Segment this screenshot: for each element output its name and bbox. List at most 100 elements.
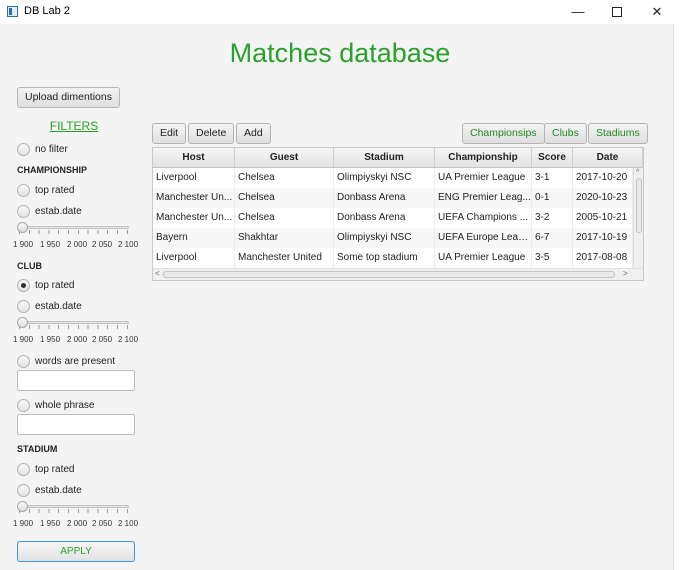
slider-track <box>19 505 129 508</box>
whole-phrase-radio[interactable] <box>17 399 30 412</box>
column-header-score[interactable]: Score <box>532 148 573 167</box>
stadium-year-slider[interactable]: 1 900 1 950 2 000 2 050 2 100 <box>13 501 138 528</box>
app-icon <box>7 6 18 17</box>
apply-button[interactable]: APPLY <box>17 541 135 562</box>
stadium-top-rated-label: top rated <box>35 464 75 475</box>
slider-tick-label: 2 000 <box>67 240 88 249</box>
table-vertical-scrollbar[interactable]: ^ <box>633 168 643 268</box>
stadium-estab-date-label: estab.date <box>35 485 82 496</box>
column-header-championship[interactable]: Championship <box>435 148 532 167</box>
scroll-left-icon[interactable]: < <box>155 269 160 278</box>
cell-score: 3-1 <box>532 168 573 188</box>
cell-stadium: Donbass Arena <box>334 208 435 228</box>
cell-score: 0-1 <box>532 188 573 208</box>
championship-section-label: CHAMPIONSHIP <box>17 165 88 175</box>
cell-championship: ENG Premier Leag... <box>435 188 532 208</box>
matches-table[interactable]: Host Guest Stadium Championship Score Da… <box>152 147 644 281</box>
club-top-rated-radio[interactable] <box>17 279 30 292</box>
table-horizontal-scrollbar[interactable]: < > <box>153 268 643 280</box>
cell-host: Liverpool <box>153 168 235 188</box>
cell-stadium: Olimpiyskyi NSC <box>334 168 435 188</box>
championship-estab-date-label: estab.date <box>35 206 82 217</box>
no-filter-radio[interactable] <box>17 143 30 156</box>
column-header-guest[interactable]: Guest <box>235 148 334 167</box>
minimize-icon[interactable]: — <box>558 0 598 24</box>
filters-title[interactable]: FILTERS <box>17 119 131 133</box>
cell-guest: Chelsea <box>235 168 334 188</box>
slider-ticks <box>19 325 129 329</box>
table-row[interactable]: Liverpool Chelsea Olimpiyskyi NSC UA Pre… <box>153 168 633 188</box>
slider-tick-label: 1 900 <box>13 335 34 344</box>
championships-button[interactable]: Championsips <box>462 123 545 144</box>
cell-guest: Chelsea <box>235 188 334 208</box>
scroll-up-icon[interactable]: ^ <box>636 169 639 176</box>
slider-tick-label: 2 000 <box>67 519 88 528</box>
club-estab-date-radio[interactable] <box>17 300 30 313</box>
cell-score: 3-2 <box>532 208 573 228</box>
championship-estab-date-radio[interactable] <box>17 205 30 218</box>
stadiums-button[interactable]: Stadiums <box>588 123 648 144</box>
clubs-button[interactable]: Clubs <box>544 123 587 144</box>
cell-host: Bayern <box>153 228 235 248</box>
column-header-stadium[interactable]: Stadium <box>334 148 435 167</box>
table-row[interactable]: Liverpool Manchester United Some top sta… <box>153 248 633 268</box>
upload-dimensions-button[interactable]: Upload dimentions <box>17 87 120 108</box>
slider-tick-label: 1 900 <box>13 240 34 249</box>
maximize-icon[interactable] <box>597 0 637 24</box>
cell-guest: Shakhtar <box>235 228 334 248</box>
slider-thumb[interactable] <box>17 222 28 233</box>
table-row[interactable]: Bayern Shakhtar Olimpiyskyi NSC UEFA Eur… <box>153 228 633 248</box>
cell-date: 2005-10-21 <box>573 208 633 228</box>
slider-tick-label: 2 050 <box>92 240 113 249</box>
club-year-slider[interactable]: 1 900 1 950 2 000 2 050 2 100 <box>13 317 138 344</box>
slider-ticks <box>19 230 129 234</box>
page-title: Matches database <box>229 38 451 68</box>
cell-host: Manchester Un... <box>153 188 235 208</box>
cell-guest: Manchester United <box>235 248 334 268</box>
cell-guest: Chelsea <box>235 208 334 228</box>
add-button[interactable]: Add <box>236 123 271 144</box>
club-estab-date-label: estab.date <box>35 301 82 312</box>
table-row[interactable]: Manchester Un... Chelsea Donbass Arena U… <box>153 208 633 228</box>
championship-year-slider[interactable]: 1 900 1 950 2 000 2 050 2 100 <box>13 222 138 249</box>
column-header-date[interactable]: Date <box>573 148 643 167</box>
cell-stadium: Donbass Arena <box>334 188 435 208</box>
table-row[interactable]: Manchester Un... Chelsea Donbass Arena E… <box>153 188 633 208</box>
cell-host: Manchester Un... <box>153 208 235 228</box>
slider-thumb[interactable] <box>17 501 28 512</box>
window-title: DB Lab 2 <box>24 5 70 17</box>
slider-thumb[interactable] <box>17 317 28 328</box>
words-present-input[interactable] <box>17 370 135 391</box>
cell-date: 2017-10-20 <box>573 168 633 188</box>
whole-phrase-label: whole phrase <box>35 400 95 411</box>
column-header-host[interactable]: Host <box>153 148 235 167</box>
cell-stadium: Some top stadium <box>334 248 435 268</box>
scroll-right-icon[interactable]: > <box>623 269 628 278</box>
stadium-top-rated-radio[interactable] <box>17 463 30 476</box>
cell-score: 6-7 <box>532 228 573 248</box>
cell-stadium: Olimpiyskyi NSC <box>334 228 435 248</box>
edit-button[interactable]: Edit <box>152 123 187 144</box>
slider-tick-label: 2 100 <box>118 335 139 344</box>
window-edge <box>673 24 680 570</box>
window-titlebar: DB Lab 2 — ✕ <box>0 0 680 24</box>
slider-tick-label: 1 950 <box>40 240 61 249</box>
cell-host: Liverpool <box>153 248 235 268</box>
stadium-estab-date-radio[interactable] <box>17 484 30 497</box>
close-icon[interactable]: ✕ <box>637 0 677 24</box>
club-section-label: CLUB <box>17 261 42 271</box>
whole-phrase-input[interactable] <box>17 414 135 435</box>
slider-tick-label: 1 950 <box>40 519 61 528</box>
championship-top-rated-radio[interactable] <box>17 184 30 197</box>
vertical-scroll-thumb[interactable] <box>636 178 642 233</box>
cell-championship: UA Premier League <box>435 248 532 268</box>
club-top-rated-label: top rated <box>35 280 75 291</box>
words-present-radio[interactable] <box>17 355 30 368</box>
slider-tick-label: 2 050 <box>92 335 113 344</box>
cell-date: 2020-10-23 <box>573 188 633 208</box>
horizontal-scroll-thumb[interactable] <box>163 271 615 278</box>
slider-track <box>19 321 129 324</box>
cell-championship: UEFA Europe Leag... <box>435 228 532 248</box>
cell-championship: UA Premier League <box>435 168 532 188</box>
delete-button[interactable]: Delete <box>188 123 235 144</box>
